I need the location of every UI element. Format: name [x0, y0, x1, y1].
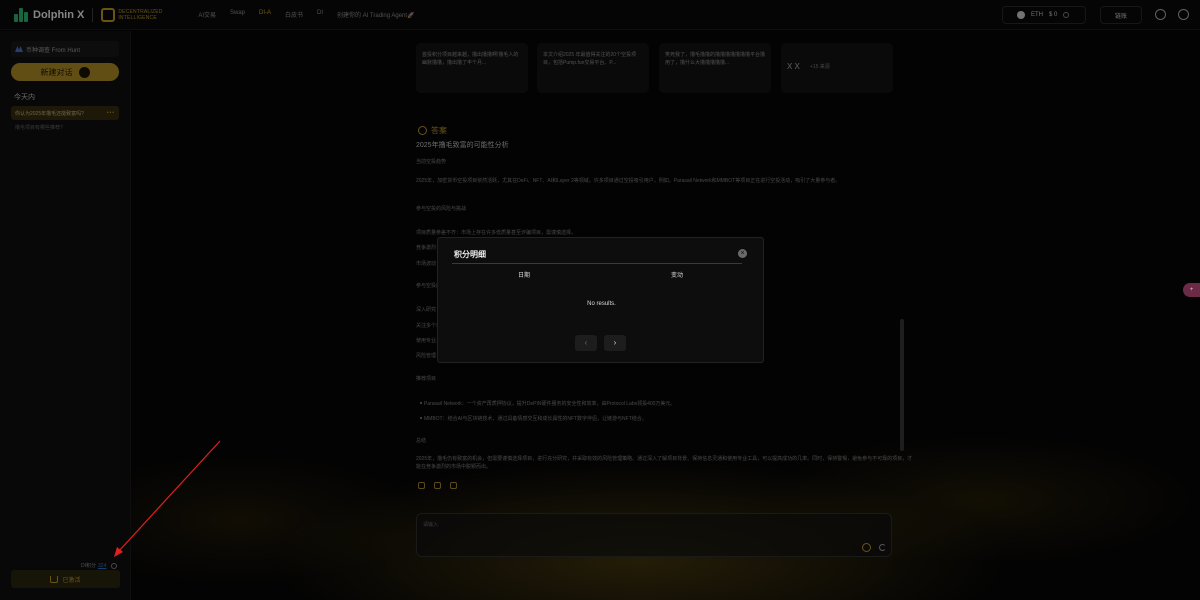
- annotation-arrow: [114, 440, 221, 557]
- app-root: Dolphin X DECENTRALIZED INTELLIGENCE AI交…: [0, 0, 1200, 600]
